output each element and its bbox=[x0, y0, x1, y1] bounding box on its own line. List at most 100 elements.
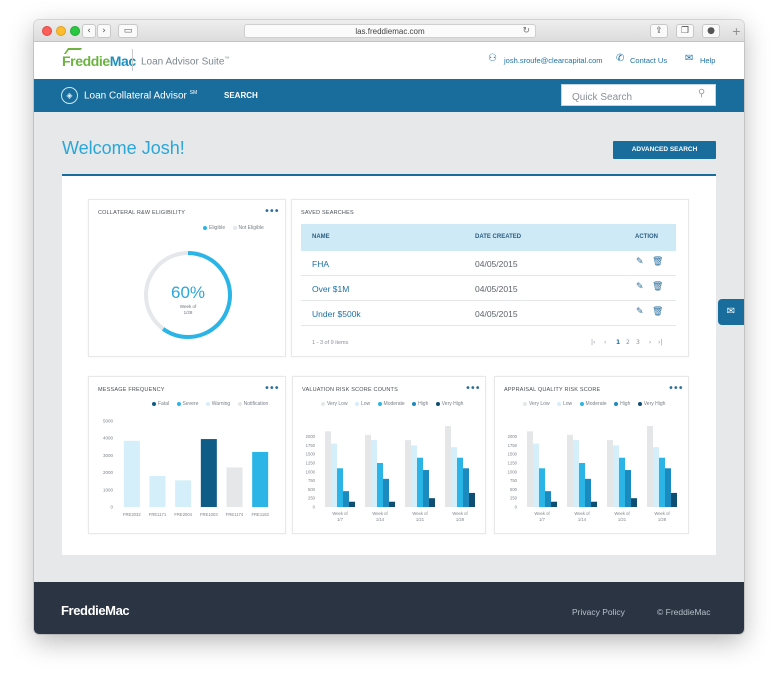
y-tick-label: 250 bbox=[510, 496, 518, 501]
x-tick-label: Week of bbox=[574, 511, 590, 516]
bar bbox=[200, 439, 217, 507]
x-tick-label: Week of bbox=[372, 511, 388, 516]
pencil-icon[interactable]: ✎ bbox=[636, 282, 644, 292]
bar bbox=[463, 468, 469, 507]
message-frequency-chart: 0 1000 2000 3000 4000 5000 FRE2032 FRE1171 FRE20… bbox=[103, 419, 270, 518]
pager-page-2[interactable]: 2 bbox=[626, 339, 630, 346]
message-frequency-card: MESSAGE FREQUENCY ••• Fatal Severe Warni… bbox=[88, 376, 286, 534]
x-tick-label: Week of bbox=[412, 511, 428, 516]
saved-search-date: 04/05/2015 bbox=[475, 259, 518, 269]
appraisal-risk-chart: 025050075010001250150017502000Week of1/7… bbox=[508, 426, 677, 522]
x-tick-label: FRE2004 bbox=[174, 512, 192, 517]
dashboard-content: Welcome Josh! ADVANCED SEARCH COLLATERAL… bbox=[34, 112, 744, 582]
copyright-text: © FreddieMac bbox=[657, 607, 711, 617]
bar bbox=[665, 468, 671, 507]
contact-us-link[interactable]: Contact Us bbox=[630, 56, 667, 65]
items-count: 1 - 3 of 9 items bbox=[312, 340, 349, 346]
browser-toolbar: ‹ › ▭ las.freddiemac.com ↻ ⇪ ❐ ● + bbox=[34, 20, 744, 42]
minimize-window-button[interactable] bbox=[56, 26, 66, 36]
eligibility-week-date: 1/28 bbox=[183, 310, 193, 315]
y-tick-label: 1250 bbox=[306, 461, 316, 466]
bar bbox=[405, 440, 411, 507]
pager-page-1[interactable]: 1 bbox=[616, 339, 620, 346]
help-link[interactable]: Help bbox=[700, 56, 715, 65]
plus-icon[interactable]: + bbox=[732, 25, 741, 38]
privacy-policy-link[interactable]: Privacy Policy bbox=[572, 607, 625, 617]
y-tick-label: 0 bbox=[313, 505, 316, 510]
y-tick-label: 0 bbox=[110, 505, 113, 510]
advanced-search-button[interactable]: ADVANCED SEARCH bbox=[613, 141, 716, 159]
help-chat-icon: ✉ bbox=[685, 53, 694, 64]
x-tick-label: Week of bbox=[654, 511, 670, 516]
column-header-action: ACTION bbox=[635, 234, 658, 240]
pager-prev-icon[interactable]: ‹ bbox=[604, 339, 606, 346]
header-divider bbox=[132, 49, 133, 71]
pager-first-icon[interactable]: |‹ bbox=[591, 339, 595, 346]
chevron-right-icon[interactable]: › bbox=[97, 24, 111, 38]
y-tick-label: 750 bbox=[308, 478, 316, 483]
close-window-button[interactable] bbox=[42, 26, 52, 36]
dashboard-panels: COLLATERAL R&W ELIGIBILITY ••• Eligible … bbox=[62, 176, 716, 555]
logo-text-freddie: Freddie bbox=[62, 53, 110, 69]
bar bbox=[226, 467, 243, 507]
pager-page-3[interactable]: 3 bbox=[636, 339, 640, 346]
pager-next-icon[interactable]: › bbox=[649, 339, 651, 346]
search-icon[interactable]: ⚲ bbox=[698, 88, 705, 99]
bar bbox=[545, 491, 551, 507]
trash-icon[interactable]: 🗑 bbox=[652, 307, 663, 317]
site-footer: FreddieMac Privacy Policy © FreddieMac bbox=[34, 582, 744, 634]
column-header-name: NAME bbox=[312, 234, 330, 240]
nav-search-link[interactable]: SEARCH bbox=[224, 91, 258, 100]
user-email-link[interactable]: josh.sroufe@clearcapital.com bbox=[504, 56, 603, 65]
bar bbox=[343, 491, 349, 507]
user-icon: ⚇ bbox=[488, 53, 497, 64]
freddie-mac-logo[interactable]: FreddieMac bbox=[62, 48, 136, 69]
pager-last-icon[interactable]: ›| bbox=[658, 339, 662, 346]
collateral-advisor-logo-icon: ◈ bbox=[61, 87, 78, 104]
footer-logo[interactable]: FreddieMac bbox=[61, 603, 130, 618]
saved-searches-table-header: NAME DATE CREATED ACTION bbox=[301, 224, 676, 251]
bar bbox=[445, 426, 451, 507]
chevron-left-icon[interactable]: ‹ bbox=[82, 24, 96, 38]
bar bbox=[389, 501, 395, 507]
zoom-window-button[interactable] bbox=[70, 26, 80, 36]
bar bbox=[123, 440, 140, 507]
extension-icon[interactable]: ● bbox=[702, 24, 720, 38]
share-icon[interactable]: ⇪ bbox=[650, 24, 668, 38]
table-row[interactable]: Under $500k 04/05/2015 ✎ 🗑 bbox=[301, 301, 676, 326]
x-tick-label: 1/7 bbox=[539, 517, 545, 522]
bar bbox=[377, 463, 383, 507]
x-tick-label: 1/21 bbox=[618, 517, 627, 522]
trash-icon[interactable]: 🗑 bbox=[652, 257, 663, 267]
address-bar[interactable]: las.freddiemac.com ↻ bbox=[244, 24, 536, 38]
saved-searches-title: SAVED SEARCHES bbox=[301, 210, 354, 216]
saved-search-name[interactable]: FHA bbox=[312, 259, 329, 269]
chat-icon[interactable]: ✉ bbox=[718, 299, 744, 325]
reload-icon[interactable]: ↻ bbox=[522, 25, 530, 38]
product-name[interactable]: Loan Collateral Advisor SM bbox=[84, 90, 197, 101]
saved-search-date: 04/05/2015 bbox=[475, 309, 518, 319]
pencil-icon[interactable]: ✎ bbox=[636, 307, 644, 317]
bar bbox=[625, 470, 631, 507]
saved-search-name[interactable]: Under $500k bbox=[312, 309, 361, 319]
y-tick-label: 5000 bbox=[103, 419, 114, 424]
bar bbox=[607, 440, 613, 507]
trash-icon[interactable]: 🗑 bbox=[652, 282, 663, 292]
sidebar-icon[interactable]: ▭ bbox=[118, 24, 138, 38]
table-row[interactable]: FHA 04/05/2015 ✎ 🗑 bbox=[301, 251, 676, 276]
eligibility-percent: 60% bbox=[170, 283, 206, 302]
quick-search-input[interactable] bbox=[561, 84, 716, 106]
bar bbox=[659, 457, 665, 507]
table-row[interactable]: Over $1M 04/05/2015 ✎ 🗑 bbox=[301, 276, 676, 301]
saved-search-name[interactable]: Over $1M bbox=[312, 284, 349, 294]
bar bbox=[365, 434, 371, 507]
bar bbox=[149, 476, 166, 507]
tabs-icon[interactable]: ❐ bbox=[676, 24, 694, 38]
x-tick-label: 1/28 bbox=[456, 517, 465, 522]
column-header-date: DATE CREATED bbox=[475, 234, 522, 240]
pencil-icon[interactable]: ✎ bbox=[636, 257, 644, 267]
bar bbox=[585, 478, 591, 507]
x-tick-label: FRE1163 bbox=[251, 512, 269, 517]
main-nav: ◈ Loan Collateral Advisor SM SEARCH ⚲ bbox=[34, 79, 744, 112]
bar bbox=[325, 431, 331, 507]
